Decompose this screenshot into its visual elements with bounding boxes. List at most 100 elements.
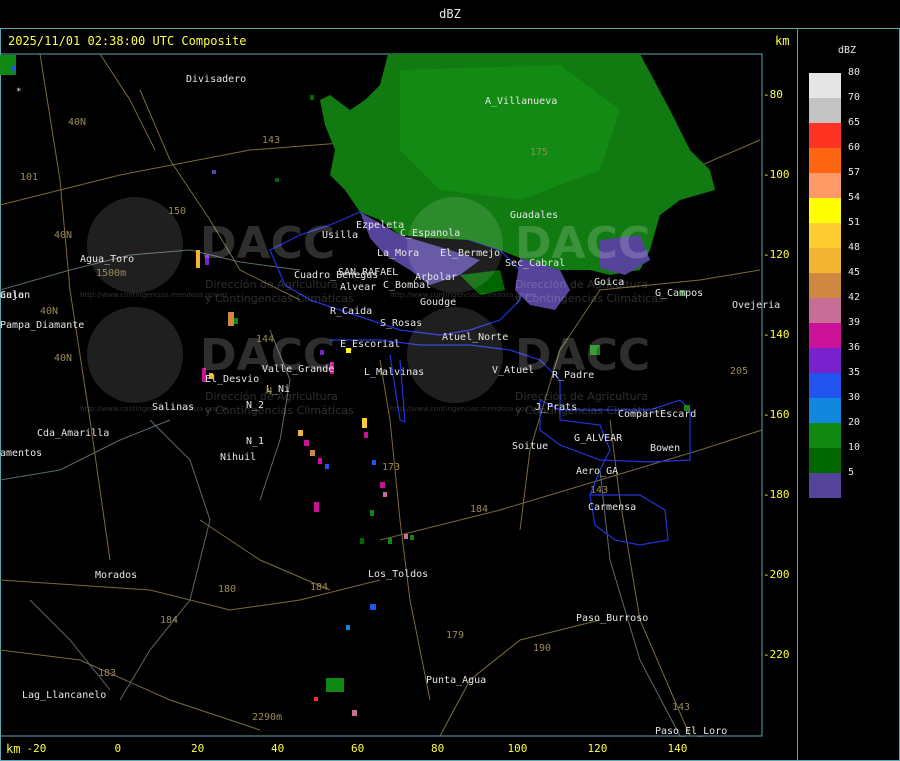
x-tick-label: 140 [667, 742, 688, 755]
x-tick-label: 60 [351, 742, 365, 755]
svg-text:http://www.contingencias.mendo: http://www.contingencias.mendoza.gov.ar [390, 291, 537, 299]
x-tick-label: 120 [587, 742, 608, 755]
legend-swatch [809, 248, 841, 273]
place-label: C_Bombal [383, 280, 431, 291]
legend-swatch [809, 423, 841, 448]
place-label: Sec_Cabral [505, 258, 565, 269]
place-label: A_Villanueva [485, 96, 557, 107]
place-label: Morados [95, 570, 137, 581]
radar-map[interactable]: DACC Dirección de Agricultura y Continge… [0, 0, 900, 761]
place-label: Paso_El_Loro [655, 726, 727, 737]
place-label: SAN_RAFAEL [338, 267, 398, 278]
place-label: Usilla [322, 230, 358, 241]
legend-value: 20 [848, 417, 861, 428]
legend-value: 39 [848, 317, 861, 328]
route-label: 40N [40, 306, 58, 317]
y-tick-label: -80 [763, 88, 783, 101]
legend-swatch [809, 473, 841, 498]
legend-value: 65 [848, 117, 861, 128]
svg-text:y Contingencias Climáticas: y Contingencias Climáticas [205, 404, 354, 417]
route-label: 143 [262, 135, 280, 146]
place-label: La_Mora [377, 248, 419, 259]
x-tick-label: 0 [114, 742, 122, 755]
legend-swatch [809, 98, 841, 123]
svg-text:*: * [16, 87, 21, 97]
place-label: Ezpeleta [356, 220, 404, 231]
watermark-logo: DACC [200, 218, 335, 269]
legend-value: 51 [848, 217, 861, 228]
place-label: Alvear [340, 282, 376, 293]
legend-title: dBZ [838, 45, 857, 56]
route-label: 190 [533, 643, 551, 654]
route-label: 144 [256, 334, 274, 345]
legend-swatch [809, 198, 841, 223]
place-label: Nihuil [220, 452, 256, 463]
y-tick-label: -200 [763, 568, 790, 581]
y-tick-label: -220 [763, 648, 790, 661]
route-label: 173 [382, 462, 400, 473]
legend-swatch [809, 148, 841, 173]
y-tick-label: -180 [763, 488, 790, 501]
route-label: 184 [160, 615, 178, 626]
legend-swatch [809, 273, 841, 298]
x-tick-label: 80 [431, 742, 445, 755]
place-label: J_Prats [535, 402, 577, 413]
place-label: G_ALVEAR [574, 433, 623, 444]
route-label: N [266, 386, 272, 397]
place-label: Los_Toldos [368, 569, 428, 580]
place-label: Punta_Agua [426, 675, 486, 686]
legend-swatch [809, 323, 841, 348]
place-label: Bowen [650, 443, 680, 454]
place-label: amentos [0, 448, 42, 459]
place-label: Salinas [152, 402, 194, 413]
route-label: 143 [590, 485, 608, 496]
place-label: E_Escorial [340, 339, 400, 350]
route-label: 40N [68, 117, 86, 128]
route-label: 184 [470, 504, 488, 515]
legend-value: 45 [848, 267, 861, 278]
place-label: Soitue [512, 441, 548, 452]
route-label: 180 [218, 584, 236, 595]
legend-swatch [809, 398, 841, 423]
place-label: aula [0, 290, 24, 301]
place-label: Goica [594, 277, 624, 288]
legend-value: 5 [848, 467, 855, 478]
legend-value: 54 [848, 192, 861, 203]
legend-value: 57 [848, 167, 861, 178]
legend-swatch [809, 223, 841, 248]
legend-swatch [809, 173, 841, 198]
x-tick-label: 100 [507, 742, 528, 755]
x-tick-label: 20 [191, 742, 205, 755]
place-label: Ovejeria [732, 300, 780, 311]
legend-swatch [809, 348, 841, 373]
route-label: 150 [168, 206, 186, 217]
legend-swatch [809, 73, 841, 98]
route-label: 40N [54, 353, 72, 364]
legend-value: 42 [848, 292, 861, 303]
route-label: 101 [20, 172, 38, 183]
place-label: CompartEscard [618, 409, 696, 420]
place-label: El_Desvio [205, 374, 259, 385]
svg-text:http://www.contingencias.mendo: http://www.contingencias.mendoza.gov.ar [80, 291, 227, 299]
place-label: Goudge [420, 297, 456, 308]
place-label: C_Espanola [400, 228, 460, 239]
legend-value: 60 [848, 142, 861, 153]
place-label: N_2 [246, 400, 264, 411]
legend-value: 35 [848, 367, 861, 378]
place-label: Valle_Grande [262, 364, 334, 375]
place-label: Guadales [510, 210, 558, 221]
x-tick-label: -20 [26, 742, 47, 755]
legend-value: 30 [848, 392, 861, 403]
svg-text:http://www.contingencias.mendo: http://www.contingencias.mendoza.gov.ar [390, 405, 537, 413]
legend-value: 70 [848, 92, 861, 103]
y-tick-label: -140 [763, 328, 790, 341]
route-label: 175 [530, 147, 548, 158]
y-tick-label: -160 [763, 408, 790, 421]
place-label: R_Padre [552, 370, 594, 381]
legend-value: 36 [848, 342, 861, 353]
timestamp: 2025/11/01 02:38:00 UTC Composite [8, 34, 247, 48]
route-label: 205 [730, 366, 748, 377]
legend-value: 48 [848, 242, 861, 253]
place-label: Carmensa [588, 502, 636, 513]
legend-value: 80 [848, 67, 861, 78]
